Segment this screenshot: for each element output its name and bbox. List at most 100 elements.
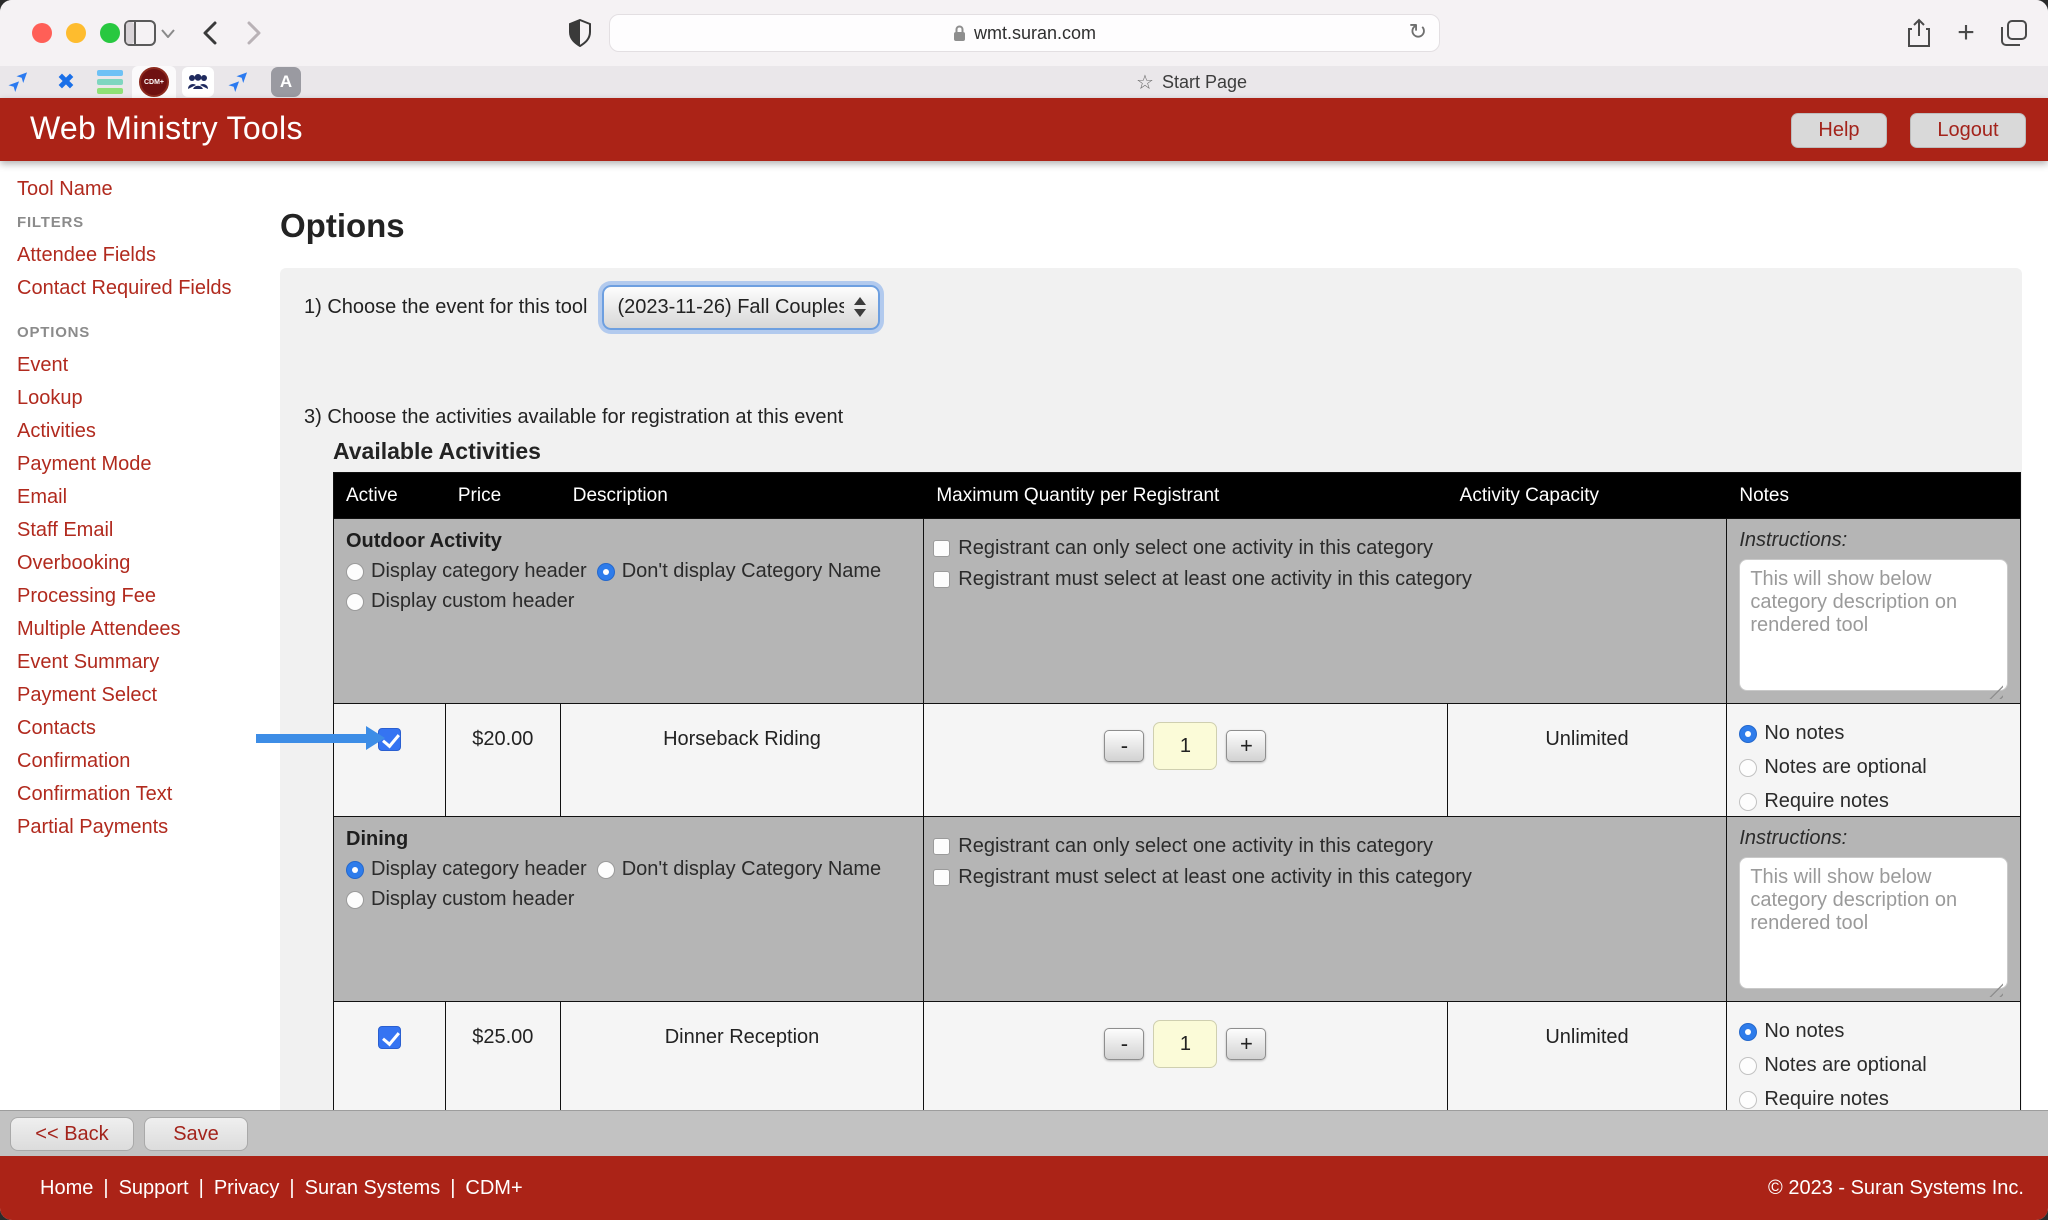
page-title: Options [280,207,2022,245]
sidebar-item-lookup[interactable]: Lookup [17,382,280,415]
category-instructions-textarea[interactable] [1739,559,2008,691]
table-header-row: Active Price Description Maximum Quantit… [334,473,2020,519]
close-window-button[interactable] [32,23,52,43]
radio-notes-optional[interactable] [1739,1057,1757,1075]
active-checkbox[interactable] [378,1026,401,1049]
quantity-input[interactable] [1153,722,1217,770]
checkbox-only-one-activity[interactable] [933,838,950,855]
radio-no-notes[interactable] [1739,1023,1757,1041]
category-instructions-textarea[interactable] [1739,857,2008,989]
quantity-increment-button[interactable]: + [1226,1028,1266,1060]
activities-question-label: 3) Choose the activities available for r… [304,406,843,429]
activity-row-horseback-riding: $20.00 Horseback Riding - + Unlimited [334,704,2020,817]
radio-no-notes[interactable] [1739,725,1757,743]
privacy-shield-icon[interactable] [565,18,595,48]
sidebar-item-contact-required-fields[interactable]: Contact Required Fields [17,272,280,305]
activities-table: Active Price Description Maximum Quantit… [333,472,2021,1156]
category-row-dining: Dining Display category header Don't dis… [334,817,2020,1002]
sidebar-item-processing-fee[interactable]: Processing Fee [17,580,280,613]
radio-require-notes[interactable] [1739,1091,1757,1109]
help-button[interactable]: Help [1791,113,1887,148]
sidebar-heading-options: OPTIONS [17,316,280,349]
back-button[interactable] [196,18,224,48]
footer-link-suran-systems[interactable]: Suran Systems [305,1177,441,1200]
checkbox-at-least-one-activity[interactable] [933,571,950,588]
column-header-activity-capacity: Activity Capacity [1448,473,1728,518]
event-select-value: (2023-11-26) Fall Couples Ret [618,296,844,319]
minimize-window-button[interactable] [66,23,86,43]
sidebar-item-attendee-fields[interactable]: Attendee Fields [17,239,280,272]
sidebar-item-confirmation[interactable]: Confirmation [17,745,280,778]
app-header: Web Ministry Tools Help Logout [0,98,2048,161]
instructions-label: Instructions: [1739,529,2008,552]
sidebar-item-payment-mode[interactable]: Payment Mode [17,448,280,481]
reload-icon[interactable]: ↻ [1409,19,1427,45]
browser-toolbar: wmt.suran.com ↻ + [0,0,2048,66]
footer-link-home[interactable]: Home [40,1177,93,1200]
sidebar-heading-filters: FILTERS [17,206,280,239]
sidebar-item-multiple-attendees[interactable]: Multiple Attendees [17,613,280,646]
event-select[interactable]: (2023-11-26) Fall Couples Ret [602,285,880,330]
stripes-icon[interactable] [88,66,132,98]
activity-price: $20.00 [446,704,561,816]
sidebar-item-tool-name[interactable]: Tool Name [17,173,280,206]
tab-overview-icon[interactable] [1997,16,2031,50]
radio-notes-optional[interactable] [1739,759,1757,777]
footer-link-support[interactable]: Support [119,1177,189,1200]
quantity-input[interactable] [1153,1020,1217,1068]
back-navigation-button[interactable]: << Back [10,1117,134,1151]
options-panel: 1) Choose the event for this tool (2023-… [280,268,2022,1154]
checkbox-at-least-one-activity[interactable] [933,869,950,886]
copyright-text: © 2023 - Suran Systems Inc. [1768,1156,2024,1220]
radio-display-custom-header[interactable] [346,593,364,611]
footer-link-privacy[interactable]: Privacy [214,1177,280,1200]
sidebar-item-overbooking[interactable]: Overbooking [17,547,280,580]
letter-a-icon[interactable]: A [264,66,308,98]
radio-display-category-header[interactable] [346,861,364,879]
quantity-increment-button[interactable]: + [1226,730,1266,762]
radio-require-notes[interactable] [1739,793,1757,811]
radio-dont-display-category-name[interactable] [597,861,615,879]
radio-display-custom-header[interactable] [346,891,364,909]
event-question-label: 1) Choose the event for this tool [304,296,588,319]
sidebar-item-payment-select[interactable]: Payment Select [17,679,280,712]
activity-capacity: Unlimited [1448,704,1728,816]
radio-dont-display-category-name[interactable] [597,563,615,581]
quantity-decrement-button[interactable]: - [1104,730,1144,762]
sidebar-item-event-summary[interactable]: Event Summary [17,646,280,679]
cdm-plus-icon[interactable]: CDM+ [132,66,176,98]
address-bar[interactable]: wmt.suran.com ↻ [609,14,1440,52]
footer-link-cdm-plus[interactable]: CDM+ [465,1177,522,1200]
sidebar-item-staff-email[interactable]: Staff Email [17,514,280,547]
save-button[interactable]: Save [144,1117,248,1151]
jira-icon[interactable]: ➤➤ [220,66,264,98]
share-icon[interactable] [1903,16,1935,50]
confluence-icon[interactable]: ✖ [44,66,88,98]
sidebar-item-email[interactable]: Email [17,481,280,514]
url-text: wmt.suran.com [974,23,1096,44]
forward-button[interactable] [240,18,268,48]
category-name: Dining [346,828,923,851]
jira-icon[interactable]: ➤➤ [0,66,44,98]
instructions-label: Instructions: [1739,827,2008,850]
sidebar-item-contacts[interactable]: Contacts [17,712,280,745]
main-content: Options 1) Choose the event for this too… [280,161,2022,1154]
column-header-active: Active [334,473,446,518]
sidebar-item-activities[interactable]: Activities [17,415,280,448]
app-footer: Home | Support | Privacy | Suran Systems… [0,1156,2048,1220]
favorites-bar: ➤➤ ✖ CDM+ ➤➤ A ☆ Start Page [0,66,2048,98]
chevron-down-icon[interactable] [160,26,176,40]
logout-button[interactable]: Logout [1910,113,2026,148]
sidebar-item-partial-payments[interactable]: Partial Payments [17,811,280,844]
quantity-decrement-button[interactable]: - [1104,1028,1144,1060]
zoom-window-button[interactable] [100,23,120,43]
checkbox-only-one-activity[interactable] [933,540,950,557]
tab-start-page[interactable]: ☆ Start Page [1136,66,1247,98]
sidebar-item-event[interactable]: Event [17,349,280,382]
radio-display-category-header[interactable] [346,563,364,581]
app-title: Web Ministry Tools [30,110,303,147]
sidebar-toggle-icon[interactable] [122,18,158,48]
sidebar-item-confirmation-text[interactable]: Confirmation Text [17,778,280,811]
people-icon[interactable] [176,66,220,98]
new-tab-icon[interactable]: + [1950,16,1982,50]
